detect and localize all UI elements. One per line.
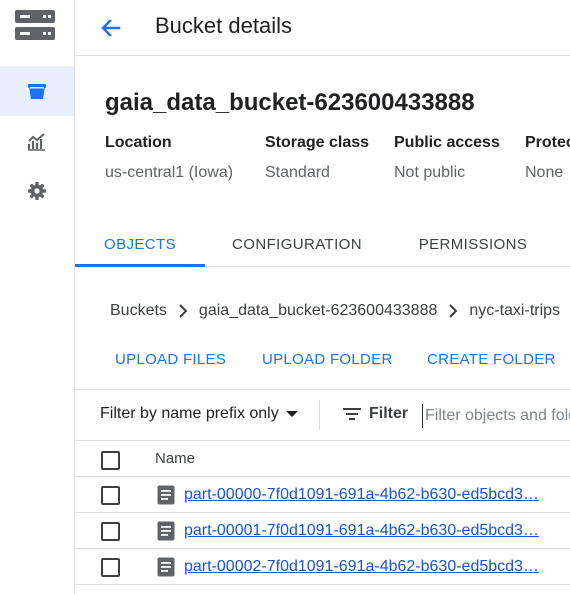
table-row: part-00000-7f0d1091-691a-4b62-b630-ed5bc… (75, 477, 570, 513)
row-checkbox[interactable] (101, 486, 120, 505)
table-header: Name (75, 441, 570, 477)
document-icon (157, 521, 175, 541)
page-title: Bucket details (155, 13, 292, 38)
objects-table: Name part-00000-7f0d1091-691a-4b62-b630-… (75, 441, 570, 585)
prefix-filter-label: Filter by name prefix only (100, 405, 279, 422)
filter-button[interactable]: Filter (343, 405, 408, 423)
chevron-right-icon (448, 304, 458, 318)
table-row: part-00002-7f0d1091-691a-4b62-b630-ed5bc… (75, 549, 570, 585)
object-link[interactable]: part-00001-7f0d1091-691a-4b62-b630-ed5bc… (184, 522, 545, 540)
filter-bar: Filter by name prefix only Filter (75, 389, 570, 441)
meta-public-access: Public access Not public (394, 134, 500, 182)
settings-gear-icon (28, 182, 46, 200)
meta-value: Standard (265, 164, 330, 181)
bucket-name: gaia_data_bucket-623600433888 (105, 89, 475, 116)
meta-protection: Protec None (525, 134, 570, 182)
row-checkbox[interactable] (101, 558, 120, 577)
meta-location: Location us-central1 (Iowa) (105, 134, 233, 182)
nav-settings[interactable] (0, 166, 74, 216)
tab-objects[interactable]: OBJECTS (75, 222, 205, 267)
object-actions: UPLOAD FILES UPLOAD FOLDER CREATE FOLDER (75, 340, 570, 380)
left-nav-rail (0, 0, 75, 594)
monitoring-chart-icon (27, 133, 45, 151)
storage-logo-icon[interactable] (14, 8, 56, 42)
filter-label: Filter (369, 405, 409, 422)
breadcrumb-folder[interactable]: nyc-taxi-trips (469, 302, 560, 320)
meta-value: None (525, 164, 564, 181)
chevron-right-icon (178, 304, 188, 318)
nav-buckets[interactable] (0, 66, 74, 116)
table-row: part-00001-7f0d1091-691a-4b62-b630-ed5bc… (75, 513, 570, 549)
arrow-back-icon (101, 19, 121, 37)
meta-label: Storage class (265, 134, 370, 151)
nav-monitoring[interactable] (0, 117, 74, 167)
meta-label: Public access (394, 134, 500, 151)
bucket-icon (28, 84, 46, 99)
meta-storage-class: Storage class Standard (265, 134, 369, 182)
tab-bar: OBJECTS CONFIGURATION PERMISSIONS (75, 222, 570, 267)
create-folder-button[interactable]: CREATE FOLDER (427, 340, 556, 378)
object-link[interactable]: part-00002-7f0d1091-691a-4b62-b630-ed5bc… (184, 558, 545, 576)
breadcrumb-bucket[interactable]: gaia_data_bucket-623600433888 (199, 302, 437, 320)
filter-input[interactable] (422, 404, 570, 428)
breadcrumb-buckets[interactable]: Buckets (110, 302, 167, 320)
upload-folder-button[interactable]: UPLOAD FOLDER (262, 340, 393, 378)
document-icon (157, 485, 175, 505)
divider (319, 400, 320, 430)
row-checkbox[interactable] (101, 522, 120, 541)
document-icon (157, 557, 175, 577)
meta-label: Location (105, 134, 172, 151)
caret-down-icon (285, 411, 298, 417)
select-all-checkbox[interactable] (101, 451, 120, 470)
filter-lines-icon (343, 408, 361, 420)
meta-value: us-central1 (Iowa) (105, 164, 234, 181)
meta-value: Not public (394, 164, 466, 181)
top-bar: Bucket details (75, 0, 570, 56)
prefix-filter-select[interactable]: Filter by name prefix only (100, 405, 299, 423)
column-header-name[interactable]: Name (155, 450, 195, 467)
back-button[interactable] (95, 12, 127, 44)
meta-label: Protec (525, 134, 570, 151)
tab-configuration[interactable]: CONFIGURATION (225, 222, 369, 266)
upload-files-button[interactable]: UPLOAD FILES (115, 340, 226, 378)
object-link[interactable]: part-00000-7f0d1091-691a-4b62-b630-ed5bc… (184, 486, 545, 504)
breadcrumb: Buckets gaia_data_bucket-623600433888 ny… (110, 302, 560, 320)
tab-permissions[interactable]: PERMISSIONS (411, 222, 535, 266)
